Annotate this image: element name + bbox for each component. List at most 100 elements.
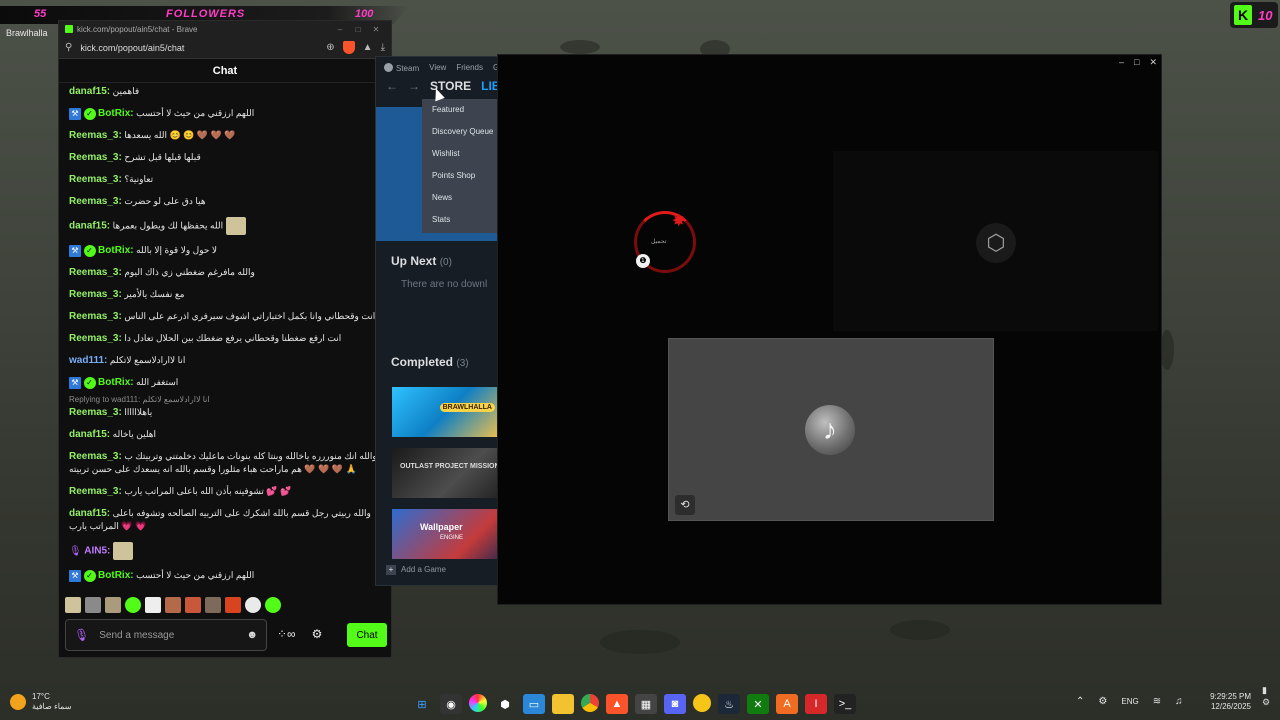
maximize-icon[interactable]: □ (349, 25, 367, 34)
up-next-header[interactable]: Up Next (0) (391, 254, 452, 268)
network-settings-icon[interactable]: ⚙ (1098, 696, 1107, 707)
emote-icon[interactable] (245, 597, 261, 613)
moderator-badge-icon: ⚒ (69, 107, 81, 120)
store-menu-featured[interactable]: Featured (422, 103, 499, 125)
browser-titlebar[interactable]: kick.com/popout/ain5/chat - Brave – □ ✕ (59, 21, 391, 37)
emote-icon[interactable] (105, 597, 121, 613)
emote-icon[interactable] (205, 597, 221, 613)
address-bar[interactable]: ⚲ kick.com/popout/ain5/chat ⊕ ▲ ⤓ (59, 37, 391, 59)
store-menu-wishlist[interactable]: Wishlist (422, 147, 499, 169)
menu-view[interactable]: View (429, 63, 446, 73)
xbox-icon[interactable]: ✕ (747, 694, 769, 714)
chat-message: 🎙 AIN5: (69, 542, 385, 560)
chat-message: danaf15: فاهمين (69, 86, 140, 97)
store-app-icon[interactable]: ▦ (635, 694, 657, 714)
chrome-icon[interactable] (581, 694, 599, 712)
store-menu-discovery-queue[interactable]: Discovery Queue (422, 125, 499, 147)
store-menu-points-shop[interactable]: Points Shop (422, 169, 499, 191)
steam-nav: ← → STORE LIBR (386, 79, 499, 93)
mic-icon[interactable]: 🎙 (74, 628, 89, 642)
minimize-icon[interactable]: – (331, 25, 349, 34)
kick-viewer-badge: K 10 (1230, 2, 1278, 28)
settings-gear-icon[interactable]: ⚙ (312, 627, 323, 641)
language-indicator[interactable]: ENG (1121, 697, 1138, 706)
clock-time: 9:29:25 PM (1210, 692, 1251, 701)
site-settings-icon[interactable]: ⚲ (65, 42, 72, 53)
tray-overflow-icon[interactable]: ⌃ (1076, 696, 1084, 707)
orange-app-icon[interactable]: A (776, 694, 798, 714)
download-icon[interactable]: ⤓ (381, 42, 385, 53)
emote-icon[interactable] (85, 597, 101, 613)
app-icon[interactable]: ◉ (440, 694, 462, 714)
back-arrow-icon[interactable]: ← (386, 79, 398, 93)
loop-icon[interactable]: ⟲ (675, 495, 695, 515)
game-subtitle: ENGINE (440, 535, 464, 541)
terminal-icon[interactable]: >_ (834, 694, 856, 714)
store-menu-stats[interactable]: Stats (422, 213, 499, 235)
message-composer[interactable]: 🎙 Send a message ☻ (65, 619, 267, 651)
chat-message: ⚒ ✓ BotRix: اللهم ارزقني من حيث لا أحتسب (69, 569, 385, 582)
windows-start-icon[interactable]: ⊞ (411, 694, 433, 714)
file-explorer-icon[interactable] (552, 694, 574, 714)
chat-message: danaf15: الله يحفظها لك ويطول بعمرها (69, 217, 385, 235)
game-title: BRAWLHALLA (439, 403, 495, 412)
chat-message: Reemas_3: ياهلاااااا (69, 407, 153, 418)
game-tile-outlast[interactable]: OUTLAST PROJECT MISSION (392, 448, 499, 498)
chat-message: Reemas_3: قبلها قبلها قبل تشرح (69, 152, 201, 163)
followers-current: 55 (34, 8, 47, 20)
store-dropdown-menu: Featured Discovery Queue Wishlist Points… (422, 99, 499, 235)
music-note-icon: ♪ (805, 405, 855, 455)
wallpaper-blot (600, 630, 680, 654)
emote-icon[interactable] (65, 597, 81, 613)
maximize-icon[interactable]: □ (1134, 57, 1139, 68)
hexagon-app-icon[interactable]: ⬢ (494, 694, 516, 714)
clock[interactable]: 9:29:25 PM 12/26/2025 (1205, 692, 1251, 712)
rewards-icon[interactable]: ▲ (363, 42, 373, 53)
zoom-icon[interactable]: ⊕ (326, 42, 334, 53)
reply-reference[interactable]: Replying to wad111: انا لاارادلاسمع لاتك… (69, 395, 385, 404)
wifi-icon[interactable]: ≋ (1153, 696, 1161, 707)
chat-message: Reemas_3: تعاونية؟ (69, 174, 154, 185)
url-text[interactable]: kick.com/popout/ain5/chat (80, 43, 318, 53)
emote-icon[interactable] (145, 597, 161, 613)
volume-icon[interactable]: ♫ (1175, 696, 1183, 707)
wallpaper-blot (560, 40, 600, 54)
send-chat-button[interactable]: Chat (347, 623, 387, 647)
blue-app-icon[interactable]: ▭ (523, 694, 545, 714)
music-card[interactable]: ♪ ⟲ (668, 338, 994, 521)
close-icon[interactable]: ✕ (1149, 57, 1157, 68)
brave-shield-icon[interactable] (342, 41, 355, 54)
add-game-button[interactable]: + Add a Game (386, 565, 446, 575)
verified-badge-icon: ✓ (83, 107, 96, 120)
menu-friends[interactable]: Friends (456, 63, 483, 73)
message-input[interactable]: Send a message (99, 630, 236, 641)
emote-icon[interactable] (225, 597, 241, 613)
minimize-icon[interactable]: – (1119, 57, 1124, 68)
chat-message: danaf15: اهلين ياخاله (69, 429, 157, 440)
kick-points-icon[interactable]: ⁘∞ (277, 627, 296, 641)
emote-icon[interactable] (125, 597, 141, 613)
emoji-picker-icon[interactable]: ☻ (246, 629, 258, 641)
chat-messages[interactable]: danaf15: فاهمين ⚒ ✓ BotRix: اللهم ارزقني… (59, 85, 393, 591)
emote-icon[interactable] (165, 597, 181, 613)
settings-icon[interactable]: ⚙ (1262, 696, 1270, 708)
red-app-icon[interactable]: I (805, 694, 827, 714)
corner-tray-icons: ▮ ⚙ (1262, 684, 1270, 708)
steam-taskbar-icon[interactable]: ♨ (718, 694, 740, 714)
emote-icon[interactable] (265, 597, 281, 613)
game-tile-wallpaper-engine[interactable]: Wallpaper ENGINE (392, 509, 499, 559)
discord-icon[interactable]: ◙ (664, 694, 686, 714)
close-icon[interactable]: ✕ (367, 25, 385, 34)
menu-steam[interactable]: Steam (384, 63, 419, 73)
store-menu-news[interactable]: News (422, 191, 499, 213)
notification-icon[interactable]: ▮ (1262, 684, 1270, 696)
yellow-app-icon[interactable] (693, 694, 711, 712)
weather-widget[interactable]: 17°C سماء صافية (10, 692, 72, 712)
weather-condition: سماء صافية (32, 702, 72, 711)
completed-header[interactable]: Completed (3) (391, 355, 469, 369)
game-tile-brawlhalla[interactable]: BRAWLHALLA (392, 387, 499, 437)
colorful-app-icon[interactable] (469, 694, 487, 712)
forward-arrow-icon[interactable]: → (408, 79, 420, 93)
emote-icon[interactable] (185, 597, 201, 613)
brave-icon[interactable]: ▲ (606, 694, 628, 714)
